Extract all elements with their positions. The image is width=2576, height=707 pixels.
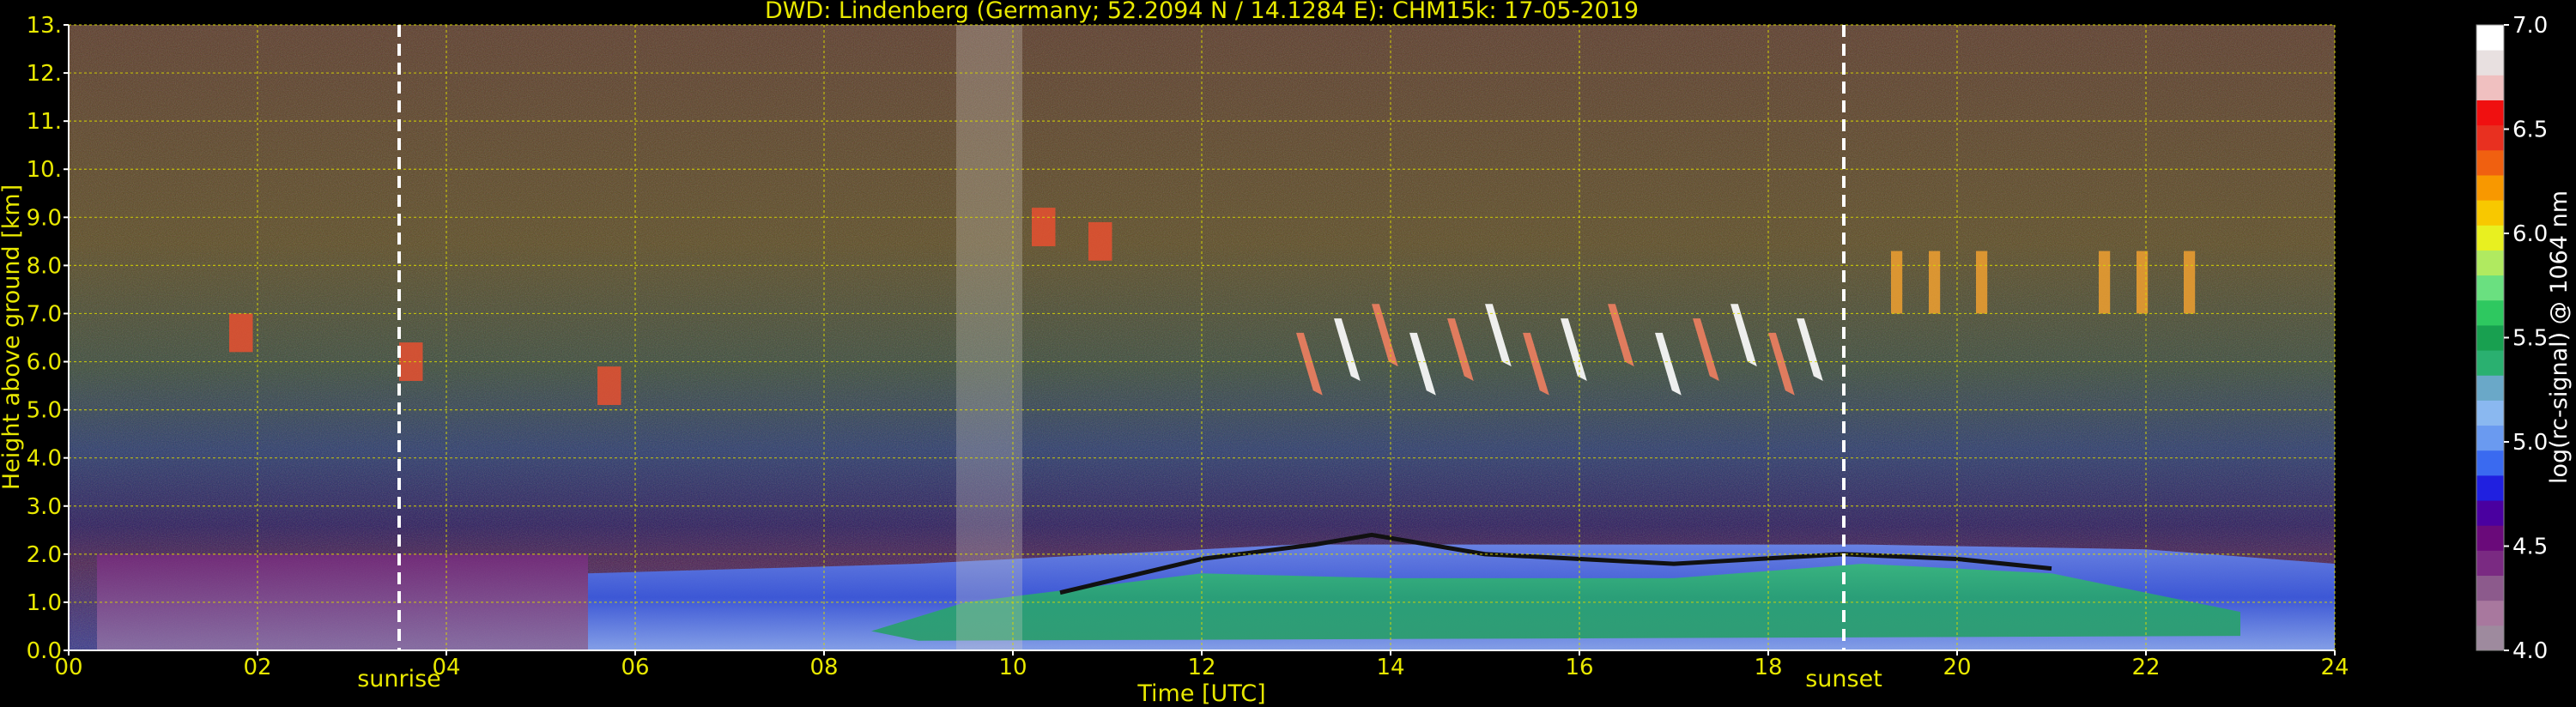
colorbar-label: log(rc-signal) @ 1064 nm xyxy=(2546,190,2573,484)
y-tick-label: 13. xyxy=(27,13,62,39)
y-tick-label: 10. xyxy=(27,157,62,183)
sun-marker-label: sunrise xyxy=(357,666,441,692)
y-tick-label: 12. xyxy=(27,61,62,87)
x-tick-label: 16 xyxy=(1565,655,1593,680)
y-tick-label: 7.0 xyxy=(27,301,62,327)
colorbar-segment xyxy=(2476,299,2504,326)
colorbar-segment xyxy=(2476,100,2504,126)
x-tick-label: 04 xyxy=(432,655,460,680)
y-tick-label: 1.0 xyxy=(27,590,62,616)
colorbar-segment xyxy=(2476,25,2504,51)
cloud-patch xyxy=(1032,208,1056,246)
colorbar-tick-label: 6.0 xyxy=(2512,221,2548,247)
cirrus-streak xyxy=(1929,251,1941,314)
colorbar-segment xyxy=(2476,625,2504,651)
x-tick-label: 20 xyxy=(1943,655,1971,680)
colorbar-segment xyxy=(2476,174,2504,201)
colorbar-tick-label: 5.0 xyxy=(2512,430,2548,456)
colorbar-segment xyxy=(2476,425,2504,451)
x-tick-label: 22 xyxy=(2131,655,2160,680)
colorbar-tick-label: 6.5 xyxy=(2512,118,2548,143)
cirrus-streak xyxy=(1976,251,1988,314)
cloud-patch xyxy=(229,313,253,353)
colorbar-segment xyxy=(2476,324,2504,351)
colorbar-segment xyxy=(2476,200,2504,226)
x-tick-label: 12 xyxy=(1187,655,1215,680)
colorbar-tick-label: 5.5 xyxy=(2512,326,2548,352)
y-tick-label: 9.0 xyxy=(27,205,62,231)
x-tick-label: 24 xyxy=(2320,655,2349,680)
colorbar-segment xyxy=(2476,225,2504,251)
x-tick-label: 10 xyxy=(998,655,1027,680)
y-tick-label: 2.0 xyxy=(27,542,62,568)
y-tick-label: 11. xyxy=(27,109,62,135)
x-tick-label: 08 xyxy=(809,655,838,680)
x-axis-label: Time [UTC] xyxy=(1136,680,1265,707)
colorbar-segment xyxy=(2476,350,2504,376)
lidar-figure: sunrise sunset 00 02 04 06 08 10 12 14 16 18 20 22 24… xyxy=(0,0,2573,707)
colorbar-segment xyxy=(2476,149,2504,176)
colorbar-segment xyxy=(2476,525,2504,551)
sun-marker-label: sunset xyxy=(1805,666,1882,692)
cirrus-streak xyxy=(2184,251,2196,314)
colorbar-segment xyxy=(2476,275,2504,301)
colorbar-segment xyxy=(2476,400,2504,426)
colorbar-segment xyxy=(2476,375,2504,401)
colorbar-tick-label: 7.0 xyxy=(2512,13,2548,39)
colorbar-tick-label: 4.5 xyxy=(2512,535,2548,560)
x-tick-label: 18 xyxy=(1754,655,1782,680)
y-tick-label: 3.0 xyxy=(27,494,62,520)
cloud-patch xyxy=(1088,221,1112,261)
y-axis-label: Height above ground [km] xyxy=(0,184,25,490)
x-tick-label: 06 xyxy=(621,655,649,680)
x-tick-label: 02 xyxy=(243,655,271,680)
cloud-patch xyxy=(597,366,621,406)
colorbar-segment xyxy=(2476,250,2504,276)
colorbar-segment xyxy=(2476,450,2504,476)
colorbar-segment xyxy=(2476,575,2504,601)
y-tick-label: 0.0 xyxy=(27,638,62,664)
cirrus-streak xyxy=(1891,251,1903,314)
colorbar-segment xyxy=(2476,474,2504,501)
colorbar: 4.0 4.5 5.0 5.5 6.0 6.5 7.0 xyxy=(2476,13,2548,664)
colorbar-segment xyxy=(2476,50,2504,76)
colorbar-segment xyxy=(2476,550,2504,577)
x-tick-label: 14 xyxy=(1376,655,1404,680)
y-tick-label: 8.0 xyxy=(27,253,62,279)
cirrus-streak xyxy=(2099,251,2111,314)
colorbar-segment xyxy=(2476,124,2504,151)
y-tick-label: 4.0 xyxy=(27,446,62,472)
y-tick-label: 5.0 xyxy=(27,398,62,424)
y-tick-label: 6.0 xyxy=(27,350,62,376)
colorbar-tick-label: 4.0 xyxy=(2512,638,2548,664)
colorbar-segment xyxy=(2476,75,2504,100)
colorbar-segment xyxy=(2476,600,2504,626)
colorbar-segment xyxy=(2476,500,2504,526)
chart-title: DWD: Lindenberg (Germany; 52.2094 N / 14… xyxy=(765,0,1639,24)
